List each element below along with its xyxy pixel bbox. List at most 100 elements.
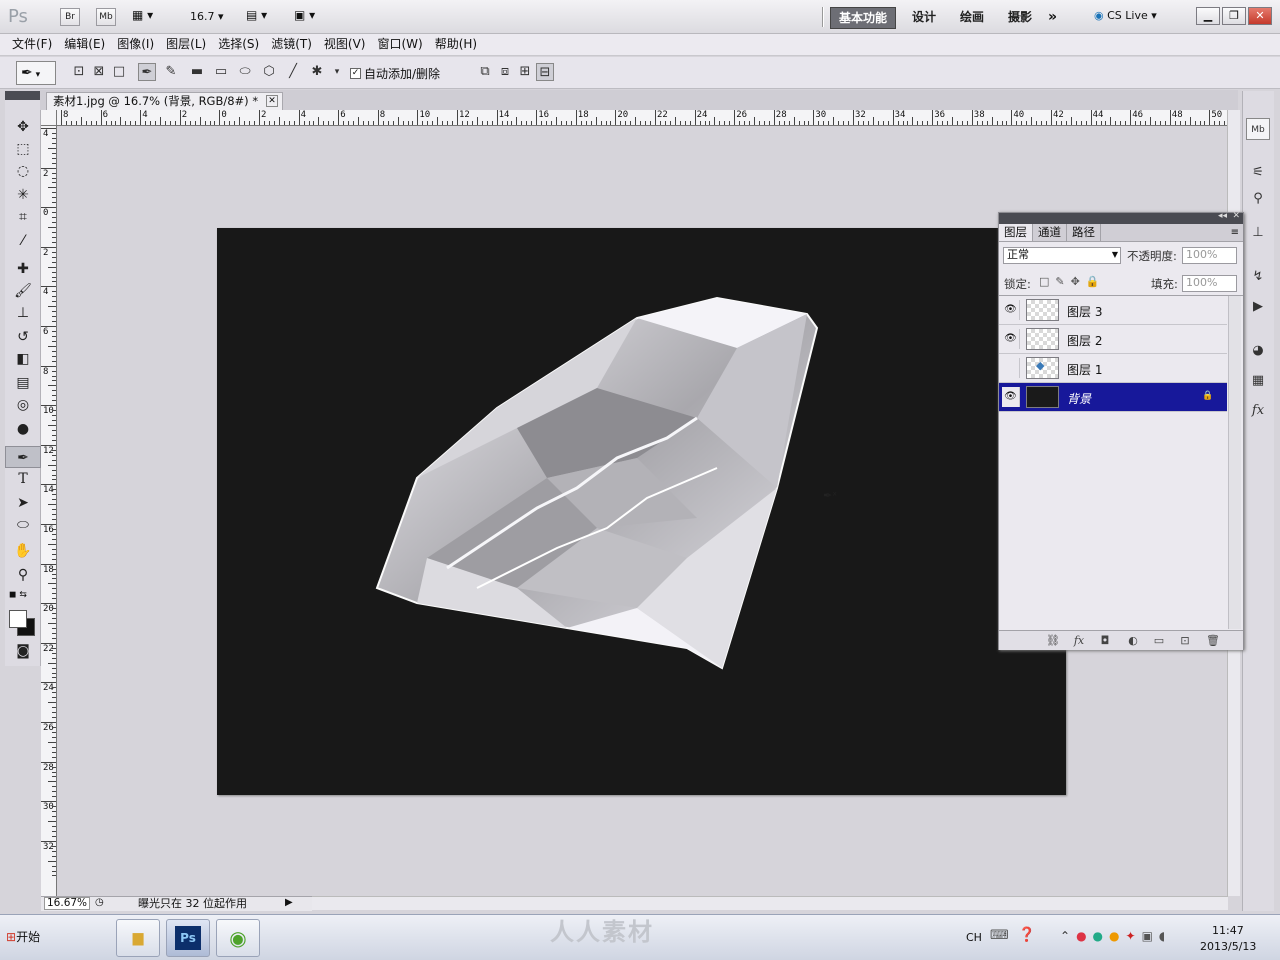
document-canvas[interactable]: [217, 228, 1066, 795]
ellipse-tool-icon[interactable]: ⬭: [5, 514, 41, 536]
clock-time[interactable]: 11:47: [1212, 924, 1244, 937]
visibility-toggle[interactable]: 👁: [1002, 387, 1020, 407]
geometry-options-icon[interactable]: ▾: [328, 63, 346, 81]
menu-help[interactable]: 帮助(H): [429, 34, 483, 55]
workspace-painting[interactable]: 绘画: [952, 7, 992, 29]
swatches-panel-icon[interactable]: ▦: [1246, 370, 1270, 392]
default-colors-icon[interactable]: ◼ ⇆: [9, 590, 27, 600]
start-button[interactable]: ⊞开始: [2, 918, 46, 956]
cs-live-menu[interactable]: ◉ CS Live ▾: [1094, 9, 1157, 22]
blur-tool-icon[interactable]: ◎: [5, 394, 41, 416]
pen-tool-icon[interactable]: ✒: [138, 63, 156, 81]
document-tab[interactable]: 素材1.jpg @ 16.7% (背景, RGB/8#) * ✕: [46, 92, 284, 110]
horizontal-scrollbar[interactable]: [312, 896, 1228, 910]
tab-layers[interactable]: 图层: [999, 224, 1033, 241]
link-layers-icon[interactable]: ⛓: [1043, 633, 1063, 649]
add-mask-icon[interactable]: ◘: [1095, 633, 1115, 649]
styles-panel-icon[interactable]: fx: [1246, 400, 1270, 422]
photoshop-taskbar-button[interactable]: Ps: [166, 919, 210, 957]
new-group-icon[interactable]: ▭: [1149, 633, 1169, 649]
clock-date[interactable]: 2013/5/13: [1200, 940, 1256, 953]
rectangle-shape-icon[interactable]: ▬: [188, 63, 206, 81]
more-workspaces-icon[interactable]: »: [1048, 9, 1057, 25]
menu-window[interactable]: 窗口(W): [371, 34, 428, 55]
magic-wand-tool-icon[interactable]: ✳: [5, 184, 41, 206]
visibility-toggle[interactable]: 👁: [1002, 329, 1020, 349]
layer-row[interactable]: ◆ 图层 1: [999, 354, 1227, 383]
custom-shape-icon[interactable]: ✱: [308, 63, 326, 81]
line-shape-icon[interactable]: ╱: [284, 63, 302, 81]
language-indicator[interactable]: CH: [966, 931, 982, 944]
layers-panel-titlebar[interactable]: ◂◂ ✕: [999, 211, 1243, 224]
marquee-tool-icon[interactable]: ⬚: [5, 138, 41, 160]
history-brush-tool-icon[interactable]: ↺: [5, 326, 41, 348]
eraser-tool-icon[interactable]: ◧: [5, 348, 41, 370]
menu-edit[interactable]: 编辑(E): [58, 34, 111, 55]
status-menu-arrow-icon[interactable]: ▶: [285, 897, 293, 908]
app-taskbar-button[interactable]: ◉: [216, 919, 260, 957]
collapse-panel-icon[interactable]: ◂◂: [1218, 211, 1227, 221]
arrange-documents-dropdown[interactable]: ▤ ▾: [246, 8, 267, 22]
quick-mask-icon[interactable]: ◙: [5, 640, 41, 662]
zoom-level-dropdown[interactable]: 16.7 ▾: [190, 10, 224, 23]
delete-layer-icon[interactable]: 🗑: [1203, 633, 1223, 649]
tab-paths[interactable]: 路径: [1067, 224, 1101, 241]
brush-tool-icon[interactable]: 🖌: [5, 280, 41, 302]
layer-row[interactable]: 👁 图层 2: [999, 325, 1227, 354]
close-document-icon[interactable]: ✕: [266, 95, 279, 107]
brush-presets-icon[interactable]: ⚟: [1246, 162, 1270, 184]
gradient-tool-icon[interactable]: ▤: [5, 372, 41, 394]
new-layer-icon[interactable]: ⊡: [1175, 633, 1195, 649]
lock-icons[interactable]: □✎✥🔒: [1039, 275, 1106, 288]
menu-file[interactable]: 文件(F): [6, 34, 58, 55]
fill-pixels-icon[interactable]: □: [110, 63, 128, 81]
crop-tool-icon[interactable]: ⌗: [5, 206, 41, 228]
eyedropper-tool-icon[interactable]: ⁄: [5, 230, 41, 252]
menu-layer[interactable]: 图层(L): [160, 34, 212, 55]
zoom-tool-icon[interactable]: ⚲: [5, 564, 41, 586]
pen-tool-icon[interactable]: ✒: [5, 446, 41, 468]
blend-mode-select[interactable]: 正常 ▼: [1003, 247, 1121, 264]
mini-bridge-panel-icon[interactable]: Mb: [1246, 118, 1270, 140]
type-tool-icon[interactable]: T: [5, 468, 41, 490]
opacity-input[interactable]: 100%: [1182, 247, 1237, 264]
maximize-button[interactable]: ❐: [1222, 7, 1246, 25]
help-icon[interactable]: ❓: [1018, 927, 1035, 943]
tray-icons[interactable]: ⌃●●●✦▣◖: [1060, 929, 1171, 943]
layer-row-selected[interactable]: 👁 背景 🔒: [999, 383, 1227, 412]
minimize-button[interactable]: ▁: [1196, 7, 1220, 25]
zoom-field[interactable]: 16.67%: [44, 897, 90, 910]
actions-panel-icon[interactable]: ▶: [1246, 296, 1270, 318]
freeform-pen-icon[interactable]: ✎: [162, 63, 180, 81]
auto-add-delete-checkbox[interactable]: ✓: [350, 68, 361, 79]
fill-input[interactable]: 100%: [1182, 275, 1237, 292]
workspace-design[interactable]: 设计: [904, 7, 944, 29]
auto-add-delete-option[interactable]: ✓ 自动添加/删除: [350, 65, 440, 82]
tool-presets-icon[interactable]: ⊥: [1246, 222, 1270, 244]
layer-style-icon[interactable]: fx: [1069, 633, 1089, 649]
status-info-icon[interactable]: ◷: [95, 897, 104, 908]
ellipse-shape-icon[interactable]: ⬭: [236, 63, 254, 81]
exclude-icon[interactable]: ⊟: [536, 63, 554, 81]
layer-row[interactable]: 👁 图层 3: [999, 296, 1227, 325]
menu-filter[interactable]: 滤镜(T): [265, 34, 318, 55]
ruler-origin[interactable]: [41, 110, 57, 126]
bridge-button[interactable]: Br: [60, 8, 80, 26]
intersect-icon[interactable]: ⊞: [516, 63, 534, 81]
close-panel-icon[interactable]: ✕: [1232, 211, 1240, 221]
clone-source-icon[interactable]: ⚲: [1246, 188, 1270, 210]
tab-channels[interactable]: 通道: [1033, 224, 1067, 241]
lasso-tool-icon[interactable]: ◌: [5, 160, 41, 182]
subtract-icon[interactable]: ⧈: [496, 63, 514, 81]
explorer-taskbar-button[interactable]: ▆: [116, 919, 160, 957]
screen-mode-dropdown[interactable]: ▣ ▾: [294, 8, 315, 22]
mini-bridge-button[interactable]: Mb: [96, 8, 116, 26]
visibility-toggle[interactable]: 👁: [1002, 300, 1020, 320]
move-tool-icon[interactable]: ✥: [5, 116, 41, 138]
path-selection-tool-icon[interactable]: ➤: [5, 492, 41, 514]
workspace-photography[interactable]: 摄影: [1000, 7, 1040, 29]
healing-brush-tool-icon[interactable]: ✚: [5, 258, 41, 280]
view-extras-dropdown[interactable]: ▦ ▾: [132, 8, 153, 22]
close-button[interactable]: ✕: [1248, 7, 1272, 25]
hand-tool-icon[interactable]: ✋: [5, 540, 41, 562]
